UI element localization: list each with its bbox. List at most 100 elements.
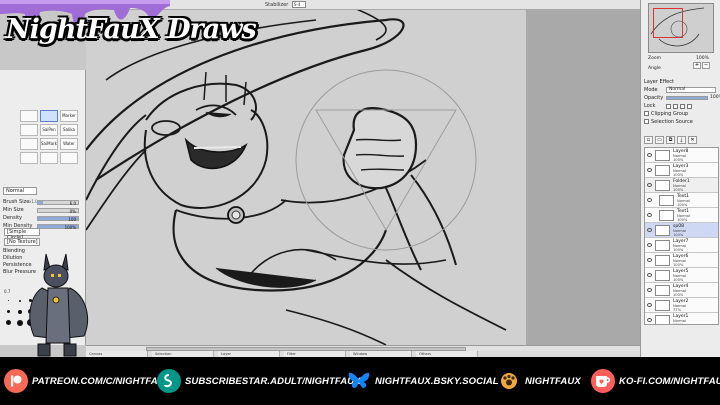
eye-icon[interactable] [647, 168, 652, 172]
layer-thumbnail [655, 150, 670, 161]
layer-folder-row[interactable]: Folder1 Normal 100% [645, 178, 718, 193]
social-link-text: SUBSCRIBESTAR.ADULT/NIGHTFAUX [185, 375, 361, 387]
tool-button[interactable] [20, 138, 38, 150]
new-layer-button[interactable]: ▫ [644, 136, 653, 144]
lock-checkbox[interactable] [673, 104, 678, 109]
layer-thumbnail [655, 285, 670, 296]
eye-icon[interactable] [647, 198, 652, 202]
zoom-out-button[interactable]: − [702, 62, 710, 69]
layer-row[interactable]: sp08 Normal 100% [645, 223, 718, 238]
layer-thumbnail [655, 315, 670, 324]
opacity-row[interactable]: Opacity 100% [644, 94, 720, 102]
social-link[interactable]: SUBSCRIBESTAR.ADULT/NIGHTFAUX [157, 357, 361, 405]
layer-list: Layer8 Normal 100% Layer3 Normal 100% Folder1 N… [644, 147, 719, 325]
eye-icon[interactable] [647, 183, 652, 187]
tool-button[interactable] [20, 124, 38, 136]
brush-param-row[interactable]: Brush Size x1.0 6.0 [3, 198, 81, 206]
layer-row[interactable]: Layer3 Normal 100% [645, 163, 718, 178]
texture-select[interactable]: [No Texture] [4, 238, 40, 246]
eye-icon[interactable] [647, 318, 652, 322]
brush-size-preset[interactable] [4, 296, 13, 305]
layer-effect-title[interactable]: Layer Effect [644, 78, 719, 86]
social-link[interactable]: NIGHTFAUX.BSKY.SOCIAL [347, 357, 499, 405]
layer-row[interactable]: Text1 Normal 100% [645, 208, 718, 223]
mode-row[interactable]: Mode Normal [644, 86, 719, 94]
new-folder-button[interactable]: ▭ [655, 136, 664, 144]
brush-size-preset[interactable] [4, 318, 13, 327]
social-link[interactable]: KO-FI.COM/NIGHTFAUX [591, 357, 720, 405]
layer-opacity: 100% [673, 278, 684, 282]
layer-opacity: 100% [673, 233, 684, 237]
selection-source-checkbox[interactable] [644, 119, 649, 124]
layer-opacity: 100% [673, 188, 684, 192]
navigator-preview[interactable] [648, 3, 714, 53]
kofi-icon [591, 369, 615, 393]
size-label: 0.7 [4, 289, 11, 294]
eye-icon[interactable] [647, 258, 652, 262]
eye-icon[interactable] [647, 273, 652, 277]
eye-icon[interactable] [647, 228, 652, 232]
zoom-row[interactable]: Zoom 100% [648, 56, 709, 61]
layer-row[interactable]: Text1 Normal 100% [645, 193, 718, 208]
social-link[interactable]: PATREON.COM/C/NIGHTFAUX [4, 357, 171, 405]
eye-icon[interactable] [647, 243, 652, 247]
param-slider[interactable]: 100 [37, 216, 79, 222]
brush-size-preset[interactable] [4, 307, 13, 316]
eye-icon[interactable] [647, 153, 652, 157]
tool-button[interactable] [40, 110, 58, 122]
layer-row[interactable]: Layer2 Normal 77% [645, 298, 718, 313]
layer-thumbnail [655, 300, 670, 311]
tool-button[interactable]: Water [60, 138, 78, 150]
layer-properties: Layer Effect Mode Normal Opacity 100% Lo… [644, 78, 720, 126]
tool-button[interactable] [60, 152, 78, 164]
merge-down-button[interactable]: ⤓ [677, 136, 686, 144]
lock-checkbox[interactable] [666, 104, 671, 109]
eye-icon[interactable] [647, 288, 652, 292]
param-slider[interactable]: 6.0 [37, 200, 79, 206]
subscribestar-icon [157, 369, 181, 393]
tool-button[interactable] [20, 110, 38, 122]
layer-row[interactable]: Layer1 Normal 100% [645, 313, 718, 325]
layer-row[interactable]: Layer8 Normal 100% [645, 148, 718, 163]
duplicate-layer-button[interactable]: ⧉ [666, 136, 675, 144]
opacity-slider[interactable] [666, 96, 708, 100]
layer-row[interactable]: Layer4 Normal 100% [645, 283, 718, 298]
param-slider[interactable]: 100% [37, 224, 79, 230]
brush-param-row[interactable]: Min Size 0% [3, 206, 81, 214]
zoom-in-button[interactable]: + [693, 62, 701, 69]
selection-source-row[interactable]: Selection Source [644, 118, 719, 126]
eye-icon[interactable] [647, 213, 652, 217]
layer-opacity: 77% [673, 308, 681, 312]
layer-opacity: 100% [677, 203, 688, 207]
clipping-row[interactable]: Clipping Group [644, 110, 719, 118]
stabilizer-select[interactable]: S-4 [291, 1, 306, 8]
tool-button[interactable]: SaiMark [40, 138, 58, 150]
tool-button[interactable]: Marker [60, 110, 78, 122]
layer-row[interactable]: Layer5 Normal 100% [645, 268, 718, 283]
delete-layer-button[interactable]: ✕ [688, 136, 697, 144]
layer-opacity: 100% [673, 248, 684, 252]
lock-checkbox[interactable] [687, 104, 692, 109]
angle-row[interactable]: Angle [648, 66, 661, 71]
social-link[interactable]: NIGHTFAUX [497, 357, 581, 405]
tool-button[interactable]: SaiPen [40, 124, 58, 136]
tool-button[interactable] [20, 152, 38, 164]
lock-checkbox[interactable] [680, 104, 685, 109]
brush-param-row[interactable]: Density 100 [3, 214, 81, 222]
tool-button[interactable]: Salika [60, 124, 78, 136]
blend-mode-select[interactable]: Normal [3, 187, 37, 195]
angle-label: Angle [648, 66, 661, 71]
stabilizer-control[interactable]: Stabilizer S-4 [265, 0, 306, 10]
blend-mode-value: Normal [6, 188, 25, 194]
layer-row[interactable]: Layer6 Normal 100% [645, 253, 718, 268]
circle-select[interactable]: [Simple Circle] [4, 228, 40, 241]
tool-button[interactable] [40, 152, 58, 164]
clipping-checkbox[interactable] [644, 111, 649, 116]
mode-select[interactable]: Normal [666, 87, 716, 93]
param-slider[interactable]: 0% [37, 208, 79, 214]
layer-opacity: 100% [673, 323, 684, 325]
layer-row[interactable]: Layer7 Normal 100% [645, 238, 718, 253]
zoom-label: Zoom [648, 56, 661, 61]
eye-icon[interactable] [647, 303, 652, 307]
navigator-view-frame[interactable] [653, 8, 683, 38]
